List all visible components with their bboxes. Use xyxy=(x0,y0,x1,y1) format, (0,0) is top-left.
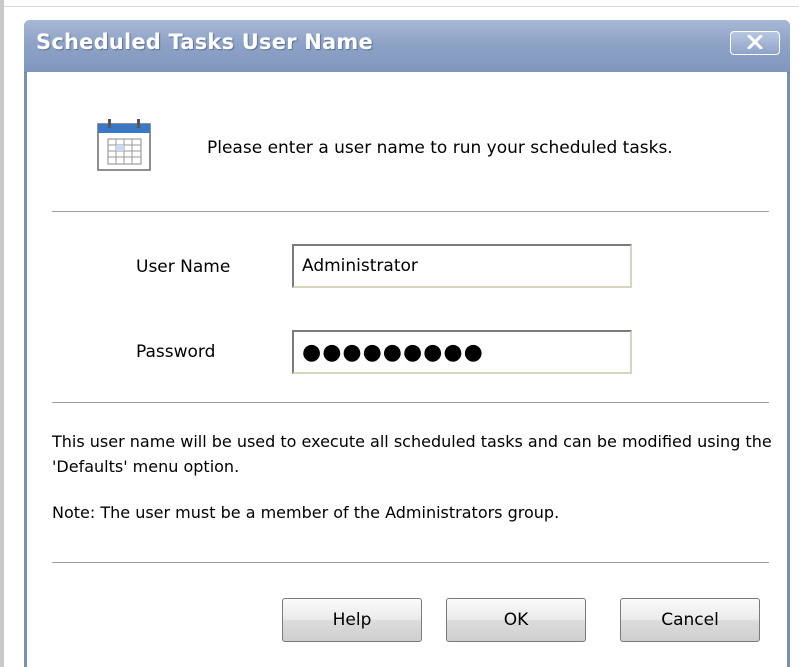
dialog-body: Please enter a user name to run your sch… xyxy=(27,72,787,667)
divider-top xyxy=(52,211,769,212)
info-description: This user name will be used to execute a… xyxy=(52,432,772,476)
background-strip xyxy=(0,0,799,7)
ok-button[interactable]: OK xyxy=(446,598,586,642)
dialog-title: Scheduled Tasks User Name xyxy=(36,30,373,54)
divider-bottom xyxy=(52,562,769,563)
close-icon xyxy=(747,34,763,53)
info-note: Note: The user must be a member of the A… xyxy=(52,503,560,522)
username-field[interactable] xyxy=(292,244,632,288)
password-field[interactable] xyxy=(292,330,632,374)
background-edge xyxy=(0,0,4,667)
dialog-window: Scheduled Tasks User Name Please enter a… xyxy=(24,20,790,667)
cancel-button[interactable]: Cancel xyxy=(620,598,760,642)
close-button[interactable] xyxy=(730,31,780,55)
calendar-icon xyxy=(94,114,154,174)
username-label: User Name xyxy=(136,257,231,277)
intro-message: Please enter a user name to run your sch… xyxy=(207,138,673,158)
title-bar[interactable]: Scheduled Tasks User Name xyxy=(24,20,790,73)
divider-middle xyxy=(52,402,769,403)
help-button[interactable]: Help xyxy=(282,598,422,642)
password-label: Password xyxy=(136,342,216,362)
